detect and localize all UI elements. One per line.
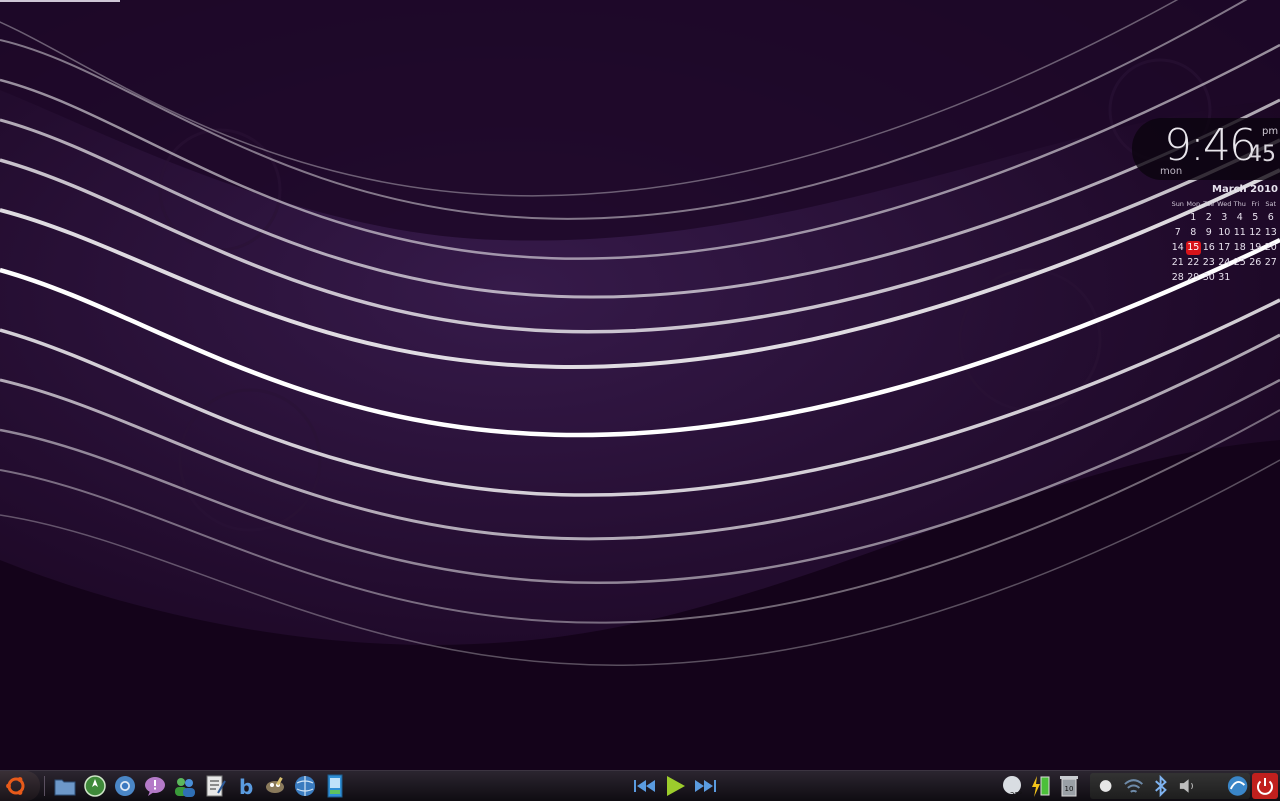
calendar-day[interactable]: 1 (1186, 211, 1202, 225)
panel-separator (44, 776, 45, 796)
calendar-weekday: Tue (1203, 200, 1215, 208)
clock-ampm: pm (1262, 126, 1279, 137)
people-icon[interactable] (172, 773, 198, 799)
calendar-title: March 2010 (1212, 184, 1278, 195)
chat-bubble-icon[interactable] (142, 773, 168, 799)
start-menu-button[interactable] (0, 771, 40, 801)
calendar-day[interactable]: 30 (1201, 271, 1217, 285)
calendar-weekday: Mon (1186, 200, 1201, 208)
play-icon[interactable] (662, 773, 688, 799)
calendar-day[interactable]: 9 (1201, 226, 1217, 240)
calendar-day[interactable]: 3 (1217, 211, 1233, 225)
volume-icon[interactable] (1176, 773, 1201, 799)
calendar-day[interactable]: 19 (1248, 241, 1264, 255)
svg-text:b: b (239, 775, 253, 799)
calendar-empty-cell (1170, 211, 1186, 225)
calendar-day[interactable]: 25 (1232, 256, 1248, 270)
calendar-day[interactable]: 26 (1248, 256, 1264, 270)
clock-day: mon (1160, 166, 1183, 177)
window-edge-strip (0, 0, 120, 2)
calendar-weekday: Wed (1217, 200, 1232, 208)
folder-icon[interactable] (52, 773, 78, 799)
clock-time: 9:46 (1164, 120, 1257, 171)
calendar-day[interactable]: 22 (1186, 256, 1202, 270)
status-dot-icon[interactable] (1094, 773, 1119, 799)
calendar-weekday: Thu (1233, 200, 1246, 208)
calendar-day[interactable]: 27 (1263, 256, 1279, 270)
notepad-icon[interactable] (202, 773, 228, 799)
wifi-icon[interactable] (1121, 773, 1146, 799)
power-icon (1257, 778, 1273, 795)
calendar-weekday: Fri (1251, 200, 1260, 208)
calendar-grid: Sun Mon Tue Wed Thu Fri Sat 1 2 3 4 5 6 7 8 9 10 11 12 13 14… (1170, 198, 1280, 285)
power-button[interactable] (1252, 773, 1278, 799)
clock-seconds: 45 (1248, 142, 1276, 167)
ubuntu-logo-icon (6, 777, 25, 795)
calendar-day[interactable]: 7 (1170, 226, 1186, 240)
document-icon[interactable] (322, 773, 348, 799)
desktop-wallpaper (0, 0, 1280, 770)
b-icon[interactable]: b (232, 773, 258, 799)
trash-count: 10 (1065, 785, 1074, 793)
calendar-day-today[interactable]: 15 (1185, 241, 1201, 255)
system-tray (1090, 773, 1250, 799)
calendar-day[interactable]: 11 (1232, 226, 1248, 240)
calendar-weekday: Sun (1171, 200, 1184, 208)
indicator-applets: 22° 10 (1000, 773, 1082, 799)
calendar-day[interactable]: 12 (1248, 226, 1264, 240)
network-icon[interactable] (1225, 773, 1250, 799)
calendar-day[interactable]: 10 (1217, 226, 1233, 240)
globe-icon[interactable] (292, 773, 318, 799)
calendar-day[interactable]: 29 (1186, 271, 1202, 285)
trash-icon[interactable]: 10 (1056, 773, 1082, 799)
weather-icon[interactable]: 22° (1000, 773, 1026, 799)
battery-icon[interactable] (1028, 773, 1054, 799)
calendar-day[interactable]: 20 (1263, 241, 1279, 255)
calendar-day[interactable]: 13 (1263, 226, 1279, 240)
calendar-day[interactable]: 6 (1263, 211, 1279, 225)
compass-icon[interactable] (82, 773, 108, 799)
chrome-icon[interactable] (112, 773, 138, 799)
calendar-day[interactable]: 16 (1201, 241, 1217, 255)
bluetooth-icon[interactable] (1148, 773, 1173, 799)
calendar-day[interactable]: 5 (1248, 211, 1264, 225)
calendar-day[interactable]: 28 (1170, 271, 1186, 285)
calendar-day[interactable]: 21 (1170, 256, 1186, 270)
weather-temp: 22° (1010, 791, 1022, 799)
calendar-widget[interactable]: March 2010 Sun Mon Tue Wed Thu Fri Sat 1 2 3 4 5 6 7 8… (1168, 184, 1280, 285)
calendar-day[interactable]: 24 (1217, 256, 1233, 270)
calendar-day[interactable]: 2 (1201, 211, 1217, 225)
calendar-weekday: Sat (1265, 200, 1277, 208)
clock-widget[interactable]: 9:46 pm 45 mon (1132, 118, 1280, 180)
bottom-panel: b 22° 10 (0, 770, 1280, 801)
calendar-day[interactable]: 23 (1201, 256, 1217, 270)
calendar-day[interactable]: 14 (1170, 241, 1186, 255)
skip-forward-icon[interactable] (694, 773, 720, 799)
calendar-day[interactable]: 8 (1186, 226, 1202, 240)
media-controls (630, 773, 720, 799)
skip-back-icon[interactable] (630, 773, 656, 799)
calendar-day[interactable]: 31 (1217, 271, 1233, 285)
launcher-bar: b (52, 773, 348, 799)
gimp-icon[interactable] (262, 773, 288, 799)
calendar-day[interactable]: 17 (1217, 241, 1233, 255)
calendar-day[interactable]: 4 (1232, 211, 1248, 225)
calendar-day[interactable]: 18 (1232, 241, 1248, 255)
